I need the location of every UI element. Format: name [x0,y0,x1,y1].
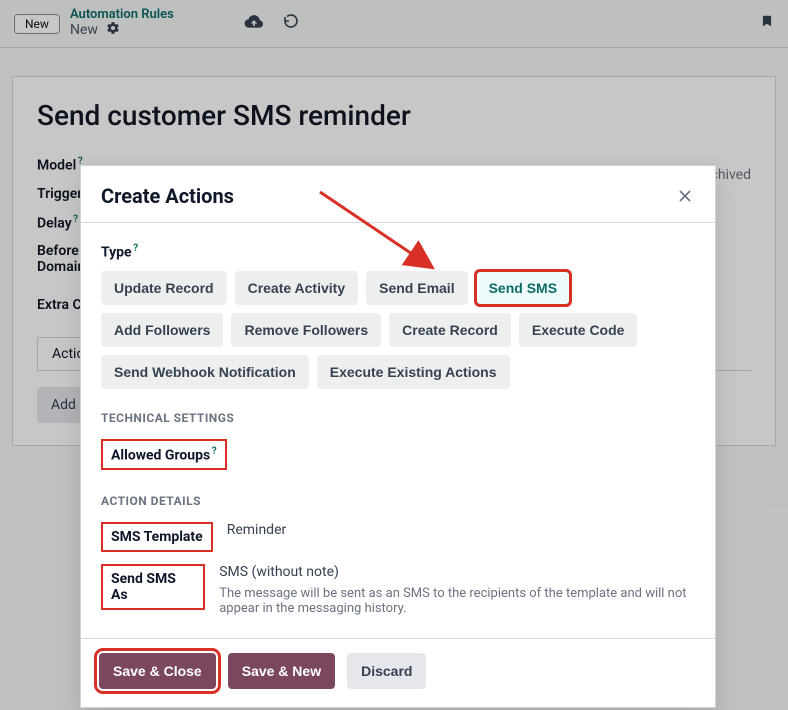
close-icon[interactable] [675,186,695,206]
sms-template-label: SMS Template [101,522,213,552]
type-option-create-activity[interactable]: Create Activity [235,271,359,305]
type-label: Type ? [101,243,695,261]
app-viewport: { "topbar": { "new_chip": "New", "breadc… [0,0,788,710]
dialog-header: Create Actions [81,166,715,223]
send-sms-as-helper: The message will be sent as an SMS to th… [219,586,695,616]
type-option-send-sms[interactable]: Send SMS [476,271,570,305]
save-new-button[interactable]: Save & New [228,653,335,689]
type-option-execute-code[interactable]: Execute Code [519,313,638,347]
create-actions-dialog: Create Actions Type ? Update RecordCreat… [80,165,716,708]
dialog-title: Create Actions [101,184,234,208]
type-option-execute-existing-actions[interactable]: Execute Existing Actions [317,355,510,389]
type-option-remove-followers[interactable]: Remove Followers [231,313,381,347]
dialog-footer: Save & Close Save & New Discard [81,638,715,707]
sms-template-value[interactable]: Reminder [227,522,287,538]
action-details-header: ACTION DETAILS [101,494,695,508]
type-option-send-webhook-notification[interactable]: Send Webhook Notification [101,355,309,389]
send-sms-as-value[interactable]: SMS (without note) [219,564,695,580]
technical-settings-header: TECHNICAL SETTINGS [101,411,695,425]
type-option-group: Update RecordCreate ActivitySend Email Se… [101,271,695,389]
help-icon[interactable]: ? [133,243,138,254]
type-option-update-record[interactable]: Update Record [101,271,227,305]
save-close-button[interactable]: Save & Close [99,653,216,689]
help-icon[interactable]: ? [212,446,217,457]
allowed-groups-label: Allowed Groups ? [101,439,227,471]
type-option-create-record[interactable]: Create Record [389,313,511,347]
discard-button[interactable]: Discard [347,653,426,689]
type-option-add-followers[interactable]: Add Followers [101,313,223,347]
type-option-send-email[interactable]: Send Email [366,271,467,305]
dialog-body: Type ? Update RecordCreate ActivitySend … [81,223,715,638]
send-sms-as-label: Send SMS As [101,564,205,610]
